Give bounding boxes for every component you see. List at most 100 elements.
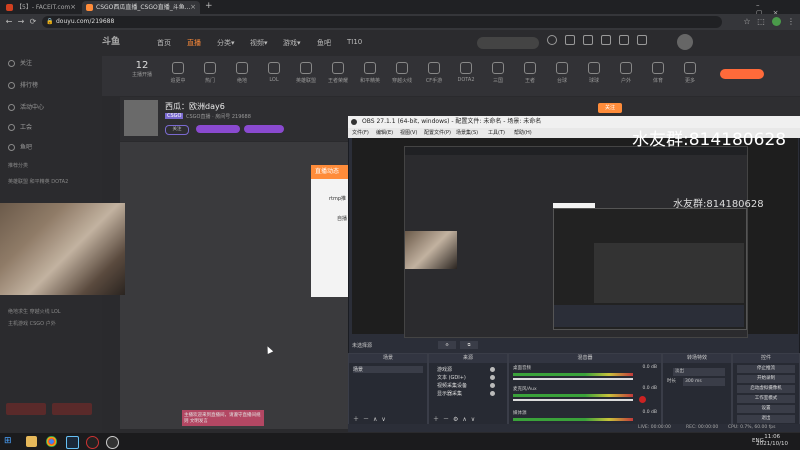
source-item[interactable]: 游戏源	[437, 366, 452, 373]
mute-icon[interactable]	[639, 396, 646, 403]
sidebar-item-guild[interactable]: 工会	[8, 122, 98, 134]
history-icon[interactable]	[547, 35, 557, 45]
category-item[interactable]: CF手游	[418, 62, 450, 84]
stream-badge-3[interactable]	[244, 125, 284, 133]
category-item[interactable]: 热门	[194, 62, 226, 84]
tab-douyu[interactable]: CSGO西瓜直播_CSGO直播_斗鱼... ×	[82, 1, 200, 14]
volume-slider[interactable]	[513, 378, 633, 380]
settings-button[interactable]: 设置	[737, 405, 795, 413]
list-item[interactable]: 主机游戏	[8, 321, 28, 327]
list-item[interactable]: 穿越火线	[30, 309, 50, 315]
category-item[interactable]: 追更中	[162, 62, 194, 84]
obs-menu-profile[interactable]: 配置文件(P)	[424, 128, 451, 138]
obs-taskbar-icon[interactable]	[106, 436, 119, 449]
properties-button[interactable]: ⚙	[438, 341, 456, 349]
stream-badge[interactable]: 关注	[165, 125, 189, 135]
category-item[interactable]: 和平精英	[354, 62, 386, 84]
virtual-camera-button[interactable]: 启动虚拟摄像机	[737, 385, 795, 393]
steam-icon[interactable]	[66, 436, 79, 449]
menu-dots-icon[interactable]: ⋮	[786, 16, 796, 28]
start-recording-button[interactable]: 开始录制	[737, 375, 795, 383]
forward-arrow-icon[interactable]: →	[16, 16, 26, 28]
duration-input[interactable]: 300 ms	[683, 378, 725, 386]
category-item[interactable]: 英雄联盟	[290, 62, 322, 84]
category-item[interactable]: 户外	[610, 62, 642, 84]
site-search-input[interactable]	[477, 37, 539, 49]
list-item[interactable]: LOL	[51, 309, 60, 315]
nav-category[interactable]: 分类▾	[217, 38, 235, 48]
star-icon[interactable]: ☆	[742, 16, 752, 28]
list-item[interactable]: 和平精英	[30, 179, 50, 185]
obs-menu-file[interactable]: 文件(F)	[352, 128, 369, 138]
category-item[interactable]: 穿越火线	[386, 62, 418, 84]
message-icon[interactable]	[601, 35, 611, 45]
nav-live[interactable]: 直播	[187, 38, 201, 48]
source-item[interactable]: 视频采集设备	[437, 382, 467, 389]
nav-fishbar[interactable]: 鱼吧	[317, 38, 331, 48]
follow-icon[interactable]	[565, 35, 575, 45]
eye-icon[interactable]	[490, 391, 495, 396]
nav-video[interactable]: 视频▾	[250, 38, 268, 48]
system-clock[interactable]: 11:06 2021/10/10	[756, 434, 788, 448]
promo-button-2[interactable]	[52, 403, 92, 415]
category-tag[interactable]: CSGO	[165, 113, 184, 119]
obs-menu-view[interactable]: 视图(V)	[400, 128, 417, 138]
file-explorer-icon[interactable]	[26, 436, 37, 447]
obs-menu-tools[interactable]: 工具(T)	[488, 128, 505, 138]
category-item[interactable]: DOTA2	[450, 62, 482, 83]
close-icon[interactable]: ×	[70, 1, 76, 14]
scene-add-remove-controls[interactable]: ＋－∧∨	[353, 414, 390, 423]
category-item[interactable]: 绝地	[226, 62, 258, 84]
tab-faceit[interactable]: 【5】- FACEIT.com ×	[2, 1, 80, 14]
category-item[interactable]: 王者	[514, 62, 546, 84]
category-item[interactable]: LOL	[258, 62, 290, 83]
category-item[interactable]: 体育	[642, 62, 674, 84]
new-tab-button[interactable]: +	[205, 1, 213, 11]
back-arrow-icon[interactable]: ←	[4, 16, 14, 28]
douyu-logo[interactable]: 斗鱼	[102, 34, 162, 50]
eye-icon[interactable]	[490, 375, 495, 380]
extensions-icon[interactable]: ⬚	[756, 16, 766, 28]
obs-menu-edit[interactable]: 编辑(E)	[376, 128, 393, 138]
follow-counter[interactable]: 12 主播开播	[122, 60, 162, 78]
obs-menu-help[interactable]: 帮助(H)	[514, 128, 532, 138]
upload-icon[interactable]	[637, 35, 647, 45]
download-icon[interactable]	[583, 35, 593, 45]
source-add-remove-controls[interactable]: ＋－⚙∧∨	[433, 414, 479, 423]
task-icon[interactable]	[619, 35, 629, 45]
category-item[interactable]: 更多	[674, 62, 706, 84]
category-item[interactable]: 台球	[546, 62, 578, 84]
sidebar-item-fishbar[interactable]: 鱼吧	[8, 142, 98, 154]
nav-ti10[interactable]: TI10	[347, 38, 362, 46]
reload-icon[interactable]: ⟳	[28, 16, 38, 28]
studio-mode-button[interactable]: 工作室模式	[737, 395, 795, 403]
sidebar-item-rank[interactable]: 排行榜	[8, 80, 98, 92]
list-item[interactable]: 英雄联盟	[8, 179, 28, 185]
follow-button[interactable]: 关注	[598, 103, 622, 113]
volume-slider[interactable]	[513, 399, 633, 401]
app-icon[interactable]	[86, 436, 99, 449]
chrome-icon[interactable]	[46, 436, 57, 447]
source-item[interactable]: 文本 (GDI+)	[437, 374, 466, 381]
source-item[interactable]: 显示器采集	[437, 390, 462, 397]
transition-select[interactable]: 淡出	[673, 368, 725, 376]
nav-games[interactable]: 游戏▾	[283, 38, 301, 48]
list-item[interactable]: CSGO	[30, 321, 44, 327]
exit-button[interactable]: 退出	[737, 415, 795, 423]
list-item[interactable]: 绝地求生	[8, 309, 28, 315]
list-item[interactable]: DOTA2	[51, 179, 68, 185]
category-item[interactable]: 三国	[482, 62, 514, 84]
list-item[interactable]: 户外	[46, 321, 56, 327]
url-input[interactable]: 🔒 douyu.com/219688	[42, 16, 722, 28]
user-avatar[interactable]	[677, 34, 693, 50]
stop-streaming-button[interactable]: 停止推流	[737, 365, 795, 373]
windows-start-icon[interactable]: ⊞	[4, 436, 15, 447]
pc-client-button[interactable]	[720, 69, 764, 79]
sidebar-item-activity[interactable]: 活动中心	[8, 102, 98, 114]
streamer-avatar[interactable]	[124, 100, 158, 136]
nav-home[interactable]: 首页	[157, 38, 171, 48]
eye-icon[interactable]	[490, 367, 495, 372]
scene-item[interactable]: 场景	[353, 366, 423, 373]
sidebar-item-follow[interactable]: 关注	[8, 58, 98, 70]
category-item[interactable]: 王者荣耀	[322, 62, 354, 84]
